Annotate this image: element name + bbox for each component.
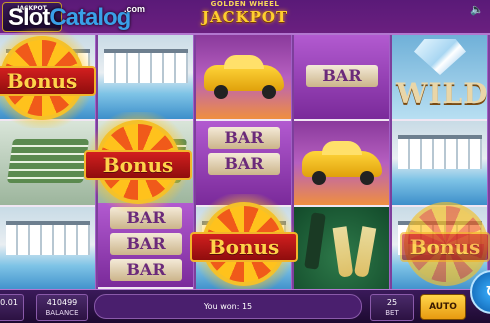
watermark-part1: Slot (8, 4, 50, 31)
bar-label: BAR (110, 259, 182, 281)
game-title-small: GOLDEN WHEEL (210, 0, 280, 8)
bonus-label: Bonus (0, 66, 96, 96)
symbol-bar-stack: BAR BAR (196, 121, 292, 205)
symbol-wild-diamond: WILD (392, 35, 488, 119)
bottom-bar: 0.01 410499 BALANCE You won: 15 25 BET A… (0, 289, 490, 323)
symbol-champagne (294, 207, 390, 289)
bonus-label: Bonus (400, 232, 490, 262)
win-message: You won: 15 (203, 302, 253, 311)
wild-label: WILD (396, 77, 488, 110)
lines-caption: BET (385, 309, 399, 317)
bonus-label: Bonus (84, 150, 192, 180)
balance-value: 410499 (46, 298, 78, 307)
speaker-icon[interactable]: 🔈 (470, 3, 486, 17)
bar-label: BAR (208, 153, 280, 175)
bonus-label: Bonus (190, 232, 298, 262)
symbol-bar-stack: BAR BAR BAR (98, 203, 194, 287)
symbol-bonus-wheel: Bonus (0, 28, 96, 128)
reel-4: BAR (294, 35, 390, 289)
auto-button[interactable]: AUTO (420, 294, 466, 320)
bar-label: BAR (110, 233, 182, 255)
symbol-sports-car (196, 35, 292, 119)
symbol-villa (0, 207, 96, 289)
symbol-villa (98, 35, 194, 119)
symbol-bonus-wheel: Bonus (190, 194, 298, 294)
game-title-logo: GOLDEN WHEEL JACKPOT (190, 0, 300, 28)
bet-value: 0.01 (0, 298, 18, 307)
bar-label: BAR (306, 65, 378, 87)
bet-lines-display[interactable]: 25 BET (370, 294, 414, 321)
symbol-villa (392, 121, 488, 205)
bar-label: BAR (208, 127, 280, 149)
symbol-bonus-wheel: Bonus (84, 112, 192, 212)
balance-caption: BALANCE (45, 309, 79, 317)
bet-display[interactable]: 0.01 (0, 294, 24, 321)
balance-display: 410499 BALANCE (36, 294, 88, 321)
lines-value: 25 (386, 298, 398, 307)
win-message-bar: You won: 15 (94, 294, 362, 319)
symbol-bar: BAR (294, 35, 390, 119)
symbol-sports-car (294, 121, 390, 205)
watermark-part2: Catalog (49, 4, 131, 31)
symbol-money-stack (0, 121, 96, 205)
watermark-suffix: .com (124, 4, 146, 14)
game-title-big: JACKPOT (201, 8, 289, 26)
